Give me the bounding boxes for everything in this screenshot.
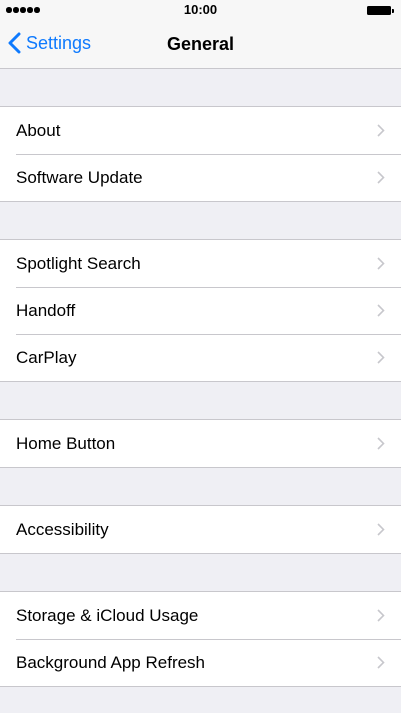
list-item-spotlight-search[interactable]: Spotlight Search <box>0 240 401 287</box>
chevron-right-icon <box>377 523 385 536</box>
list-item-label: Software Update <box>16 167 143 187</box>
settings-list: About Software Update Spotlight Search H… <box>0 69 401 687</box>
chevron-right-icon <box>377 656 385 669</box>
chevron-right-icon <box>377 609 385 622</box>
list-item-label: Handoff <box>16 300 76 320</box>
chevron-right-icon <box>377 437 385 450</box>
list-item-carplay[interactable]: CarPlay <box>0 334 401 381</box>
list-item-label: About <box>16 120 61 140</box>
list-item-label: Spotlight Search <box>16 253 141 273</box>
list-item-background-app-refresh[interactable]: Background App Refresh <box>0 639 401 686</box>
list-item-home-button[interactable]: Home Button <box>0 420 401 467</box>
list-item-storage-icloud-usage[interactable]: Storage & iCloud Usage <box>0 592 401 639</box>
list-item-software-update[interactable]: Software Update <box>0 154 401 201</box>
navigation-bar: Settings General <box>0 20 401 69</box>
settings-group: About Software Update <box>0 106 401 202</box>
chevron-right-icon <box>377 304 385 317</box>
settings-group: Spotlight Search Handoff CarPlay <box>0 239 401 382</box>
chevron-right-icon <box>377 351 385 364</box>
list-item-label: Background App Refresh <box>16 652 206 672</box>
page-title: General <box>166 34 235 54</box>
list-item-about[interactable]: About <box>0 107 401 154</box>
list-item-label: Storage & iCloud Usage <box>16 605 199 625</box>
settings-group: Home Button <box>0 419 401 468</box>
chevron-right-icon <box>377 171 385 184</box>
settings-group: Accessibility <box>0 505 401 554</box>
list-item-label: CarPlay <box>16 347 77 367</box>
status-time: 10:00 <box>183 2 218 17</box>
list-item-label: Accessibility <box>16 519 109 539</box>
battery-icon <box>367 6 395 15</box>
list-item-handoff[interactable]: Handoff <box>0 287 401 334</box>
chevron-right-icon <box>377 124 385 137</box>
list-item-accessibility[interactable]: Accessibility <box>0 506 401 553</box>
list-item-label: Home Button <box>16 433 116 453</box>
settings-group: Storage & iCloud Usage Background App Re… <box>0 591 401 687</box>
chevron-right-icon <box>377 257 385 270</box>
status-bar: 10:00 <box>0 0 401 20</box>
